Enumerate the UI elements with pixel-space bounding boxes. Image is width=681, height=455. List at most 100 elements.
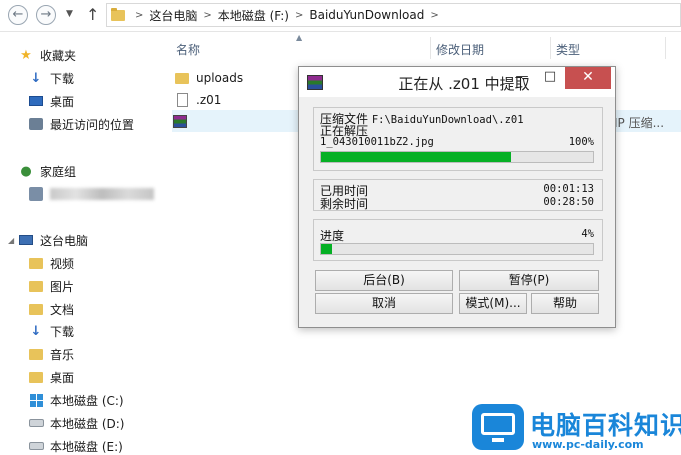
recent-locations-dropdown[interactable]: ▼: [66, 9, 73, 19]
column-divider[interactable]: [430, 37, 431, 59]
sidebar-item-label: 音乐: [50, 347, 75, 362]
pictures-folder-icon: [29, 280, 43, 292]
hard-drive-icon: [28, 442, 44, 450]
file-info-panel: 压缩文件 F:\BaiduYunDownload\.z01 正在解压 1_043…: [313, 107, 603, 171]
sidebar-item-music[interactable]: 音乐: [28, 343, 74, 365]
sidebar-this-pc[interactable]: 这台电脑: [18, 229, 88, 251]
column-divider[interactable]: [550, 37, 551, 59]
breadcrumb-baiduyundownload[interactable]: BaiduYunDownload: [309, 8, 424, 22]
remaining-time-value: 00:28:50: [543, 196, 594, 208]
sort-ascending-icon: ▲: [296, 33, 303, 42]
dialog-title-bar[interactable]: 正在从 .z01 中提取 — □ ✕: [299, 67, 615, 97]
sidebar-item-label: 视频: [50, 256, 75, 271]
recent-places-icon: [29, 118, 43, 130]
elapsed-time-value: 00:01:13: [543, 183, 594, 195]
desktop-icon: [29, 96, 43, 106]
back-arrow-icon: ←: [12, 7, 24, 22]
file-progress-bar: [320, 151, 594, 163]
address-bar: ← → ▼ ↑ > 这台电脑 > 本地磁盘 (F:) > BaiduYunDow…: [0, 0, 681, 32]
sidebar-item-pictures[interactable]: 图片: [28, 275, 74, 297]
background-button[interactable]: 后台(B): [315, 270, 453, 291]
progress-label: 进度: [320, 229, 345, 243]
back-button[interactable]: ←: [8, 5, 28, 25]
sidebar-item-label: 收藏夹: [40, 48, 77, 63]
breadcrumb-this-pc[interactable]: 这台电脑: [149, 7, 197, 24]
computer-icon: [19, 235, 33, 245]
sidebar-item-recent-places[interactable]: 最近访问的位置: [28, 113, 134, 135]
documents-folder-icon: [29, 303, 43, 315]
download-arrow-icon: ↓: [30, 323, 42, 339]
chevron-right-icon[interactable]: >: [203, 10, 211, 21]
column-divider[interactable]: [665, 37, 666, 59]
sidebar-item-label: 文档: [50, 302, 75, 317]
download-arrow-icon: ↓: [30, 70, 42, 86]
homegroup-icon: ●: [20, 163, 32, 179]
music-folder-icon: [29, 348, 43, 360]
close-button[interactable]: ✕: [565, 67, 611, 89]
windows-drive-icon: [29, 393, 43, 407]
rar-archive-icon: [173, 114, 187, 128]
sidebar-item-label: 本地磁盘 (E:): [50, 439, 123, 454]
star-icon: ★: [20, 47, 32, 63]
videos-folder-icon: [29, 257, 43, 269]
sidebar-item-downloads-pc[interactable]: ↓ 下载: [28, 320, 74, 342]
file-row-z01[interactable]: .z01: [174, 89, 221, 111]
navigation-pane: ★ 收藏夹 ↓ 下载 桌面 最近访问的位置 ● 家庭组 ◢ 这台电脑 视频 图片…: [0, 33, 160, 455]
file-progress-fill: [321, 152, 512, 162]
sidebar-item-desktop-pc[interactable]: 桌面: [28, 366, 74, 388]
watermark-url: www.pc-daily.com: [532, 438, 644, 451]
chevron-right-icon[interactable]: >: [430, 10, 438, 21]
up-button[interactable]: ↑: [86, 5, 99, 24]
file-icon: [176, 93, 188, 107]
total-progress-panel: 进度 4%: [313, 219, 603, 261]
total-progress-fill: [321, 244, 332, 254]
sidebar-item-documents[interactable]: 文档: [28, 298, 74, 320]
sidebar-item-label: 下载: [50, 324, 75, 339]
chevron-right-icon[interactable]: >: [295, 10, 303, 21]
file-name: .z01: [196, 93, 222, 107]
sidebar-item-drive-e[interactable]: 本地磁盘 (E:): [28, 435, 123, 455]
cancel-button[interactable]: 取消: [315, 293, 453, 314]
file-type-cell: IP 压缩...: [614, 116, 665, 130]
chevron-right-icon[interactable]: >: [135, 10, 143, 21]
sidebar-item-homegroup-user[interactable]: [28, 183, 154, 205]
sidebar-item-drive-d[interactable]: 本地磁盘 (D:): [28, 412, 124, 434]
folder-icon: [111, 7, 125, 21]
sidebar-favorites[interactable]: ★ 收藏夹: [18, 44, 76, 66]
desktop-folder-icon: [29, 371, 43, 383]
sidebar-item-label: 图片: [50, 279, 75, 294]
sidebar-item-desktop[interactable]: 桌面: [28, 90, 74, 112]
file-row-uploads[interactable]: uploads: [174, 67, 243, 89]
total-progress-bar: [320, 243, 594, 255]
pause-button[interactable]: 暂停(P): [459, 270, 599, 291]
sidebar-item-label: 本地磁盘 (D:): [50, 416, 125, 431]
help-button[interactable]: 帮助: [531, 293, 599, 314]
column-header-type[interactable]: 类型: [556, 41, 580, 58]
minimize-button[interactable]: —: [509, 67, 535, 89]
watermark-title: 电脑百科知识: [530, 411, 681, 440]
breadcrumb-drive-f[interactable]: 本地磁盘 (F:): [218, 7, 289, 24]
archive-path: F:\BaiduYunDownload\.z01: [371, 114, 524, 126]
sidebar-item-label: 家庭组: [40, 164, 77, 179]
sidebar-item-videos[interactable]: 视频: [28, 252, 74, 274]
maximize-button[interactable]: □: [537, 67, 563, 89]
forward-button[interactable]: →: [36, 5, 56, 25]
time-panel: 已用时间 00:01:13 剩余时间 00:28:50: [313, 179, 603, 211]
current-file-name: 1_043010011bZ2.jpg: [320, 136, 434, 148]
remaining-time-label: 剩余时间: [320, 197, 369, 211]
sidebar-homegroup[interactable]: ● 家庭组: [18, 160, 76, 182]
winrar-icon: [307, 75, 323, 90]
file-progress-percent: 100%: [568, 136, 594, 148]
sidebar-item-label: 桌面: [50, 94, 75, 109]
expand-triangle-icon[interactable]: ◢: [8, 236, 14, 245]
breadcrumb[interactable]: > 这台电脑 > 本地磁盘 (F:) > BaiduYunDownload >: [106, 3, 681, 27]
total-progress-percent: 4%: [581, 228, 594, 240]
sidebar-item-label: 本地磁盘 (C:): [50, 393, 124, 408]
hard-drive-icon: [28, 419, 44, 427]
sidebar-item-drive-c[interactable]: 本地磁盘 (C:): [28, 389, 124, 411]
column-header-name[interactable]: 名称: [176, 41, 200, 58]
column-header-date-modified[interactable]: 修改日期: [436, 41, 484, 58]
sidebar-item-label: 桌面: [50, 370, 75, 385]
sidebar-item-downloads[interactable]: ↓ 下载: [28, 67, 74, 89]
mode-button[interactable]: 模式(M)...: [459, 293, 527, 314]
